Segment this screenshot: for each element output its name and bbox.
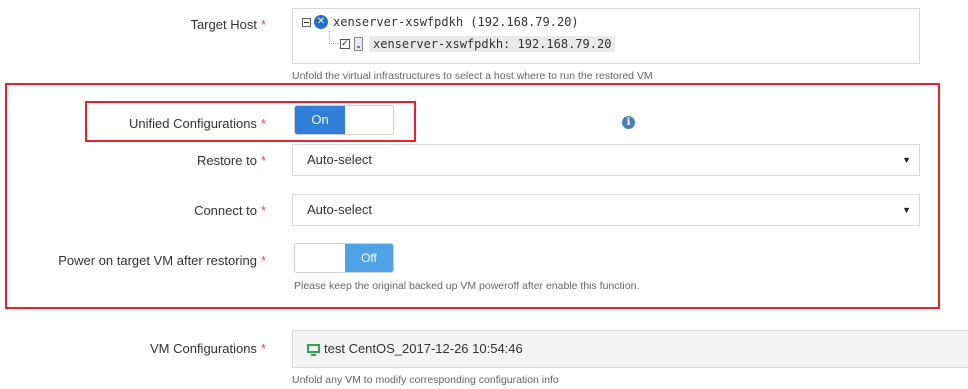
restore-to-select[interactable]: Auto-select ▼: [292, 144, 920, 176]
collapse-icon[interactable]: [302, 17, 311, 27]
highlight-box-unified: [85, 101, 416, 142]
target-host-label-text: Target Host: [190, 17, 257, 32]
restore-to-label-text: Restore to: [196, 153, 257, 168]
required-mark: *: [260, 253, 266, 268]
tree-node-pool[interactable]: ✕ xenserver-xswfpdkh (192.168.79.20): [302, 15, 579, 29]
host-label: xenserver-xswfpdkh: 192.168.79.20: [369, 36, 616, 52]
monitor-icon: [307, 343, 320, 356]
connect-to-select[interactable]: Auto-select ▼: [292, 194, 920, 226]
power-on-hint: Please keep the original backed up VM po…: [294, 280, 640, 292]
required-mark: *: [260, 17, 266, 32]
xenserver-icon: ✕: [314, 15, 328, 29]
vm-name[interactable]: test CentOS_2017-12-26 10:54:46: [324, 331, 523, 367]
connect-to-label-text: Connect to: [194, 203, 257, 218]
host-tree: ✕ xenserver-xswfpdkh (192.168.79.20) ✓ x…: [292, 8, 920, 64]
pool-label: xenserver-xswfpdkh (192.168.79.20): [333, 15, 579, 29]
target-host-hint: Unfold the virtual infrastructures to se…: [292, 70, 653, 82]
info-icon[interactable]: i: [622, 116, 635, 129]
vm-configurations-label: VM Configurations *: [100, 341, 266, 356]
toggle-off-label: Off: [345, 244, 393, 272]
required-mark: *: [260, 203, 266, 218]
connect-to-selected: Auto-select: [307, 202, 373, 217]
chevron-down-icon: ▼: [902, 205, 911, 215]
vm-host-icon: [354, 37, 363, 51]
restore-to-selected: Auto-select: [307, 152, 373, 167]
host-checkbox[interactable]: ✓: [340, 39, 350, 49]
power-on-label-text: Power on target VM after restoring: [58, 253, 257, 268]
tree-node-host[interactable]: ✓ xenserver-xswfpdkh: 192.168.79.20: [340, 36, 616, 52]
vm-configurations-list[interactable]: test CentOS_2017-12-26 10:54:46: [292, 330, 968, 368]
vm-configurations-label-text: VM Configurations: [149, 341, 257, 356]
restore-to-label: Restore to *: [100, 153, 266, 168]
vm-configurations-hint: Unfold any VM to modify corresponding co…: [292, 374, 559, 386]
target-host-label: Target Host *: [100, 17, 266, 32]
required-mark: *: [260, 341, 266, 356]
restore-settings-form: Target Host * ✕ xenserver-xswfpdkh (192.1…: [0, 0, 968, 389]
power-on-toggle[interactable]: Off: [294, 243, 394, 273]
power-on-label: Power on target VM after restoring *: [10, 253, 266, 268]
required-mark: *: [260, 153, 266, 168]
chevron-down-icon: ▼: [902, 155, 911, 165]
connect-to-label: Connect to *: [100, 203, 266, 218]
tree-connector: [329, 31, 338, 44]
